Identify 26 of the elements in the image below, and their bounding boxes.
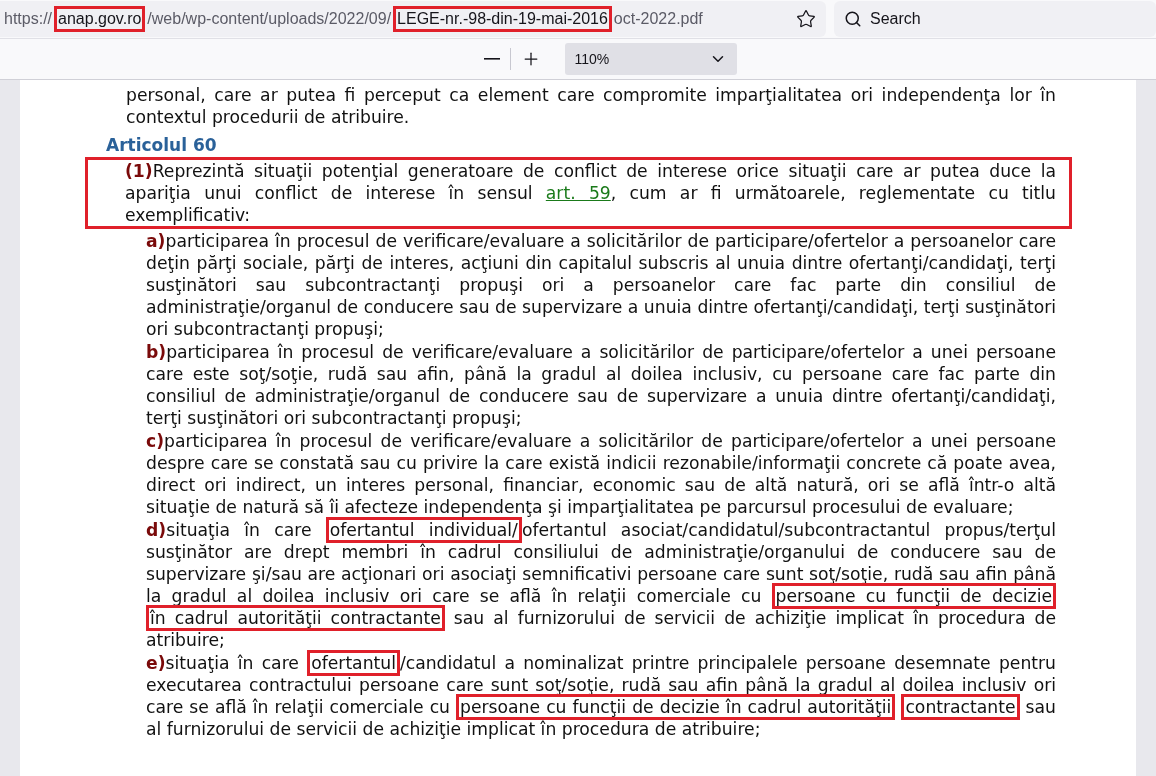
annotation-box: ofertantul	[307, 650, 400, 676]
paragraph: b)participarea în procesul de verificare/evaluare a solicitărilor de participare/ofertelor a unei persoane care este soţ/soţie, rudă sau afin, până la gradul al doilea inclusiv, cu persoane care fac parte din consiliul de administraţie/organul de conducere sau de supervizare a unuia dintre ofertanţi/candidaţi, terţi susţinători ori subcontractanţi propuşi;	[145, 341, 1056, 429]
annotation-box: persoane cu funcţii de decizie în cadrul autorităţii	[456, 694, 896, 720]
address-field[interactable]: https:// anap.gov.ro /web/wp-content/uploads/2022/09/ LEGE-nr.-98-din-19-mai-2016 oct-2022.pdf	[0, 1, 826, 37]
annotation-box: în cadrul autorităţii contractante	[146, 605, 445, 631]
annotation-box: anap.gov.ro	[54, 6, 146, 32]
url-text: https://	[3, 10, 54, 28]
link[interactable]: art. 59	[545, 183, 611, 203]
annotation-box: ofertantul individual/	[325, 517, 522, 543]
search-placeholder: Search	[870, 10, 921, 28]
annotation-box: LEGE-nr.-98-din-19-mai-2016	[393, 6, 612, 32]
paragraph: personal, care ar putea fi perceput ca element care compromite imparţialitatea ori independenţa lor în contextul procedurii de atribuire.	[125, 84, 1056, 128]
paragraph: a)participarea în procesul de verificare/evaluare a solicitărilor de participare/ofertelor a persoanelor care deţin părţi sociale, părţi de interes, acţiuni din capitalul subscris al unuia dintre ofertanţi/candidaţi, terţi susţinători sau subcontractanţi propuşi ori a persoanelor care fac parte din consiliul de administraţie/organul de conducere sau de supervizare a unuia dintre ofertanţi/candidaţi, terţi susţinători ori subcontractanţi propuşi;	[145, 230, 1056, 340]
annotated-paragraph: (1)Reprezintă situaţii potenţial generatoare de conflict de interese orice situaţii care ar putea duce la apariţia unui conflict de interese în sensul art. 59, cum ar fi următoarele, reglementate cu titlu exemplificativ:	[85, 157, 1072, 229]
annotation-box: contractante	[901, 694, 1020, 720]
paragraph: d)situaţia în care ofertantul individual/ ofertantul asociat/candidatul/subcontractantul propus/terţul susţinător are drept membri în cadrul consiliului de administraţie/organului de conducere sau de supervizare şi/sau are acţionari ori asociaţi semnificativi persoane care sunt soţ/soţie, rudă sau afin până la gradul al doilea inclusiv ori care se află în relaţii comerciale cu persoane cu funcţii de decizie în cadrul autorităţii contractante sau al furnizorului de servicii de achiziţie implicat în procedura de atribuire;	[106, 519, 1056, 651]
minus-icon	[483, 58, 500, 60]
search-field[interactable]: Search	[834, 1, 1156, 37]
url-text: oct-2022.pdf	[612, 10, 704, 28]
paragraph: e)situaţia în care ofertantul /candidatul a nominalizat printre principalele persoane desemnate pentru executarea contractului persoane care sunt soţ/soţie, rudă sau afin până la gradul al doilea inclusiv ori care se află în relaţii comerciale cu persoane cu funcţii de decizie în cadrul autorităţii contractante sau al furnizorului de servicii de achiziţie implicat în procedura de atribuire;	[106, 652, 1056, 740]
annotation-box: persoane cu funcţii de decizie	[771, 583, 1056, 609]
paragraph: c)participarea în procesul de verificare/evaluare a solicitărilor de participare/ofertelor a unei persoane despre care se constată sau cu privire la care există indicii rezonabile/informaţii concrete că poate avea, direct ori indirect, un interes personal, financiar, economic sau de altă natură, ori se află într-o altă situaţie de natură să îi afecteze independenţa şi imparţialitatea pe parcursul procesului de evaluare;	[145, 430, 1056, 518]
search-icon	[844, 10, 862, 28]
article-heading: Articolul 60	[106, 134, 218, 156]
url-text: /web/wp-content/uploads/2022/09/	[146, 10, 393, 28]
zoom-select[interactable]: 110%	[564, 43, 737, 75]
